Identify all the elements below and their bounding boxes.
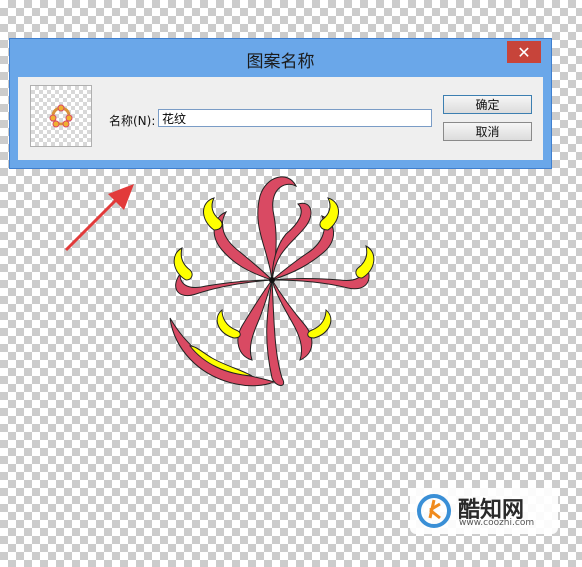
pattern-name-input[interactable] xyxy=(158,109,432,127)
dialog-title: 图案名称 xyxy=(246,52,315,72)
cancel-button[interactable]: 取消 xyxy=(443,122,532,141)
pattern-thumbnail-icon xyxy=(49,104,73,128)
close-button[interactable]: ✕ xyxy=(507,41,541,63)
dialog-body: 名称(N): 确定 取消 xyxy=(18,77,543,160)
flower-ornament-pattern xyxy=(169,176,375,387)
ok-button[interactable]: 确定 xyxy=(443,95,532,114)
coozhi-logo-icon xyxy=(417,494,451,528)
watermark-url: www.coozhi.com xyxy=(459,518,535,528)
name-label: 名称(N): xyxy=(109,114,156,128)
pattern-name-dialog: 图案名称 ✕ 名称(N): 确定 取消 xyxy=(9,38,552,169)
red-arrow-icon xyxy=(64,184,134,252)
coozhi-watermark: 酷知网 www.coozhi.com xyxy=(410,488,558,534)
dialog-titlebar[interactable]: 图案名称 ✕ xyxy=(10,39,551,77)
pattern-preview xyxy=(30,85,92,147)
